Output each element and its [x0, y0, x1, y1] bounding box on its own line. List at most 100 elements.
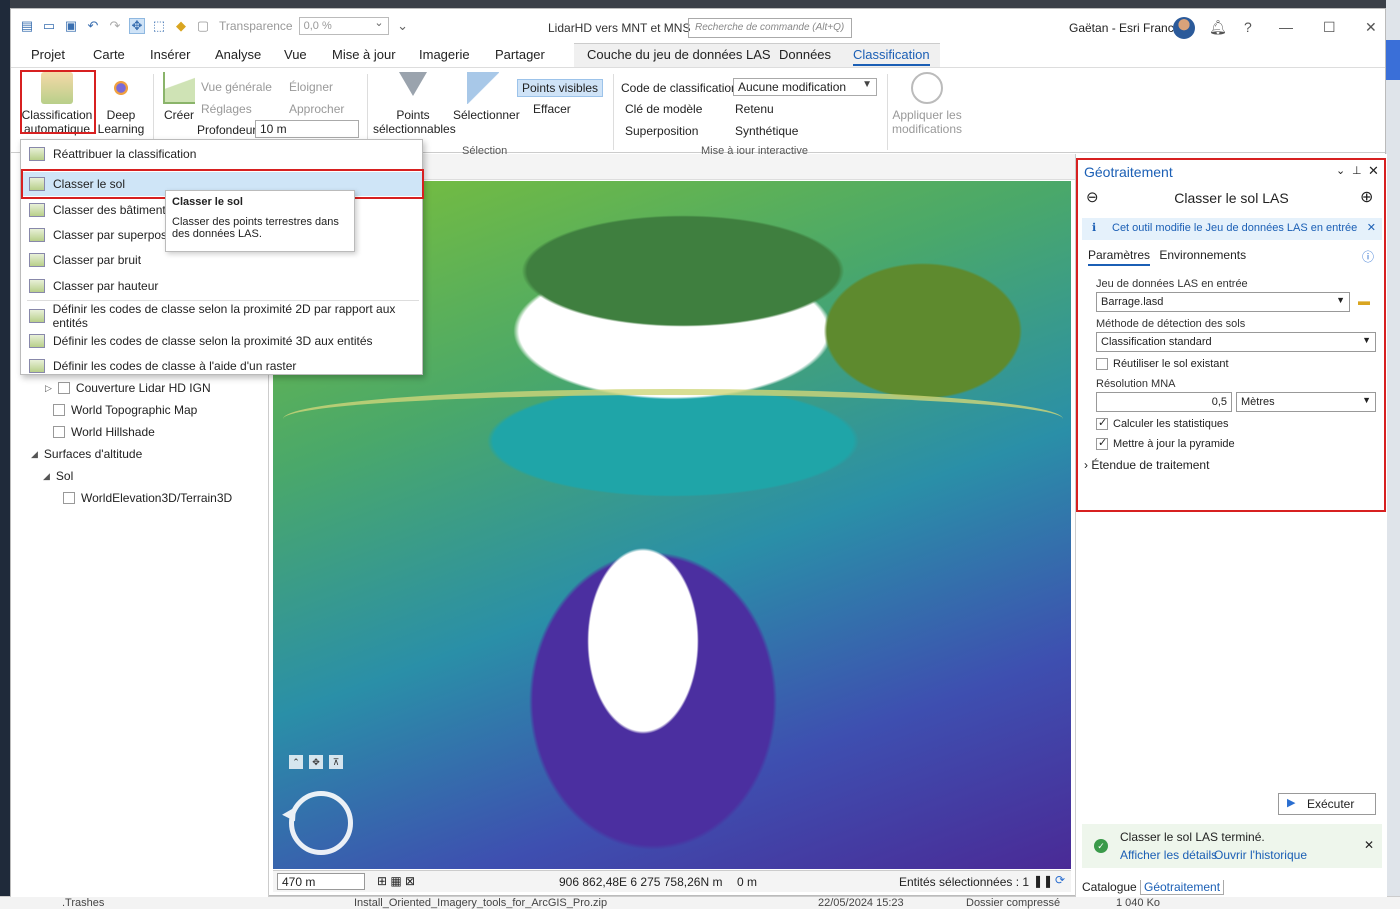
selectable-points-button[interactable]: Points sélectionnables [373, 72, 456, 136]
maximize-icon[interactable]: ☐ [1323, 19, 1336, 36]
add-data-icon[interactable]: ◆ [173, 18, 189, 34]
zoom-out-button[interactable]: Éloigner [289, 80, 333, 94]
layer-world-elevation[interactable]: WorldElevation3D/Terrain3D [63, 491, 232, 505]
minimize-icon[interactable]: — [1279, 19, 1293, 35]
menu-item-reassign[interactable]: Réattribuer la classification [21, 142, 422, 166]
folder-icon[interactable]: ▬ [1358, 294, 1370, 308]
navigator-ring-icon[interactable] [289, 791, 353, 855]
refresh-icon[interactable]: ⟳ [1055, 873, 1065, 887]
redo-icon[interactable]: ↷ [107, 18, 123, 34]
layer-world-hillshade[interactable]: World Hillshade [53, 425, 155, 439]
run-button[interactable]: Exécuter [1278, 793, 1376, 815]
layer-checkbox[interactable] [53, 426, 65, 438]
overlap-flag[interactable]: Superposition [625, 124, 698, 138]
dismiss-icon[interactable]: ✕ [1364, 838, 1374, 852]
tab-mise-a-jour[interactable]: Mise à jour [332, 47, 396, 62]
tab-imagerie[interactable]: Imagerie [419, 47, 470, 62]
explore-tool-icon[interactable]: ✥ [129, 18, 145, 34]
undo-icon[interactable]: ↶ [85, 18, 101, 34]
tab-environments[interactable]: Environnements [1159, 248, 1246, 262]
update-pyramid-checkbox[interactable]: Mettre à jour la pyramide [1096, 436, 1235, 450]
tab-geoprocessing[interactable]: Géotraitement [1140, 880, 1225, 895]
dem-resolution-input[interactable]: 0,5 [1096, 392, 1232, 412]
north-icon[interactable]: ⊼ [329, 755, 343, 769]
select-tool-icon[interactable]: ⬚ [151, 18, 167, 34]
pause-icon[interactable]: ❚❚ [1033, 874, 1053, 888]
open-icon[interactable]: ▭ [41, 18, 57, 34]
expand-icon[interactable]: ▷ [45, 383, 52, 394]
create-profile-button[interactable]: Créer [159, 72, 199, 122]
close-icon[interactable]: ✕ [1365, 19, 1377, 36]
menu-item-proximity-2d[interactable]: Définir les codes de classe selon la pro… [21, 302, 422, 330]
selected-features-count[interactable]: Entités sélectionnées : 1 [899, 875, 1029, 889]
layer-checkbox[interactable] [57, 382, 70, 394]
tilt-up-icon[interactable]: ⌃ [289, 755, 303, 769]
erase-button[interactable]: Effacer [533, 102, 571, 116]
dem-unit-select[interactable]: Mètres ▼ [1236, 392, 1376, 412]
menu-item-proximity-3d[interactable]: Définir les codes de classe selon la pro… [21, 329, 422, 353]
apply-edits-button[interactable]: Appliquer les modifications [891, 72, 963, 136]
group-elevation-surfaces[interactable]: ◢ Surfaces d'altitude [31, 447, 142, 461]
model-key-flag[interactable]: Clé de modèle [625, 102, 702, 116]
las-dataset-select[interactable]: Barrage.lasd ▼ [1096, 292, 1350, 312]
command-search-input[interactable]: Recherche de commande (Alt+Q) [688, 18, 852, 38]
overview-button[interactable]: Vue générale [201, 80, 272, 94]
avatar[interactable] [1173, 17, 1195, 39]
layer-checkbox[interactable] [53, 404, 65, 416]
depth-input[interactable]: 10 m [255, 120, 359, 138]
pane-options-icon[interactable]: ⌄ [1336, 164, 1345, 177]
select-button[interactable]: Sélectionner [453, 72, 520, 122]
tab-classification[interactable]: Classification [853, 47, 930, 66]
deep-learning-button[interactable]: Deep Learning [97, 72, 145, 136]
settings-button[interactable]: Réglages [201, 102, 252, 116]
tab-projet[interactable]: Projet [31, 47, 65, 62]
transparency-input[interactable]: 0,0 % [298, 16, 389, 35]
group-ground[interactable]: ◢ Sol [43, 469, 73, 483]
full-extent-icon[interactable]: ✥ [309, 755, 323, 769]
bell-icon[interactable]: 🔔︎ [1209, 19, 1227, 36]
scale-select[interactable]: 470 m [277, 873, 365, 890]
tab-parameters[interactable]: Paramètres [1088, 248, 1151, 266]
layer-lidar-coverage[interactable]: ▷ Couverture Lidar HD IGN [45, 381, 211, 395]
zoom-in-button[interactable]: Approcher [289, 102, 344, 116]
help-icon[interactable]: ⓘ [1362, 248, 1374, 265]
layer-world-topographic[interactable]: World Topographic Map [53, 403, 197, 417]
user-name[interactable]: Gaëtan - Esri France [1069, 21, 1180, 35]
explorer-file[interactable]: Install_Oriented_Imagery_tools_for_ArcGI… [354, 897, 607, 909]
help-icon[interactable]: ? [1244, 19, 1252, 35]
menu-item-classify-height[interactable]: Classer par hauteur [21, 274, 422, 298]
tab-partager[interactable]: Partager [495, 47, 545, 62]
synthetic-flag[interactable]: Synthétique [735, 124, 798, 138]
save-icon[interactable]: ▣ [63, 18, 79, 34]
checkbox[interactable] [1096, 358, 1108, 370]
tab-carte[interactable]: Carte [93, 47, 125, 62]
collapse-icon[interactable]: ◢ [43, 471, 50, 482]
tab-vue[interactable]: Vue [284, 47, 307, 62]
open-history-link[interactable]: Ouvrir l'historique [1214, 848, 1307, 862]
dismiss-icon[interactable]: ✕ [1367, 221, 1376, 234]
tab-donnees[interactable]: Données [779, 47, 831, 62]
add-icon[interactable]: ⊕ [1360, 187, 1373, 207]
view-details-link[interactable]: Afficher les détails [1120, 848, 1217, 862]
ground-method-select[interactable]: Classification standard ▼ [1096, 332, 1376, 352]
explorer-folder[interactable]: .Trashes [62, 897, 104, 909]
customize-qat-icon[interactable]: ⌄ [395, 18, 411, 34]
grid-icon[interactable]: ⊞ ▦ ⊠ [377, 874, 415, 888]
class-code-select[interactable]: Aucune modification ▼ [733, 78, 877, 96]
compute-stats-checkbox[interactable]: Calculer les statistiques [1096, 416, 1229, 430]
withheld-flag[interactable]: Retenu [735, 102, 774, 116]
tab-inserer[interactable]: Insérer [150, 47, 190, 62]
reuse-ground-checkbox[interactable]: Réutiliser le sol existant [1096, 358, 1229, 370]
pin-icon[interactable]: ⊥ [1352, 164, 1362, 177]
new-project-icon[interactable]: ▤ [19, 18, 35, 34]
processing-extent-expander[interactable]: › Étendue de traitement [1084, 458, 1209, 472]
layer-checkbox[interactable] [63, 492, 75, 504]
menu-item-raster[interactable]: Définir les codes de classe à l'aide d'u… [21, 354, 422, 378]
checkbox[interactable] [1096, 436, 1108, 450]
collapse-icon[interactable]: ◢ [31, 449, 38, 460]
tab-couche-las[interactable]: Couche du jeu de données LAS [587, 47, 771, 62]
tab-analyse[interactable]: Analyse [215, 47, 261, 62]
visible-points-toggle[interactable]: Points visibles [517, 79, 604, 97]
close-pane-icon[interactable]: ✕ [1368, 163, 1379, 179]
checkbox[interactable] [1096, 416, 1108, 430]
